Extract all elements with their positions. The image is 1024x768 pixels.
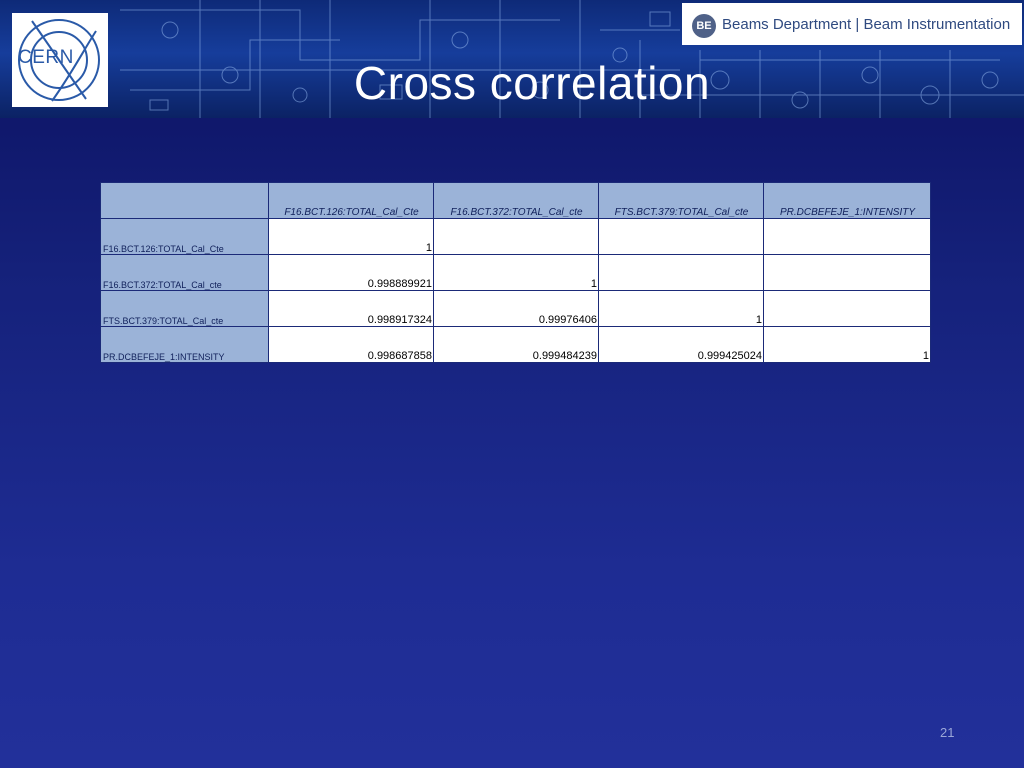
column-header: F16.BCT.126:TOTAL_Cal_Cte [268, 182, 434, 219]
table-cell [598, 254, 764, 291]
table-row: F16.BCT.126:TOTAL_Cal_Cte 1 [100, 218, 931, 255]
column-header: PR.DCBEFEJE_1:INTENSITY [763, 182, 931, 219]
correlation-table: F16.BCT.126:TOTAL_Cal_Cte F16.BCT.372:TO… [100, 182, 931, 363]
be-badge-icon: BE [692, 14, 716, 38]
table-cell [763, 218, 931, 255]
table-cell: 0.999484239 [433, 326, 599, 363]
slide-title: Cross correlation [353, 57, 711, 109]
table-cell: 0.998687858 [268, 326, 434, 363]
table-cell: 1 [268, 218, 434, 255]
table-cell [763, 290, 931, 327]
table-cell [598, 218, 764, 255]
row-header: PR.DCBEFEJE_1:INTENSITY [100, 326, 269, 363]
table-cell: 0.99976406 [433, 290, 599, 327]
header-banner: CERN BE Beams Department | Beam Instrume… [0, 0, 1024, 118]
table-cell: 0.999425024 [598, 326, 764, 363]
page-number: 21 [940, 725, 955, 740]
table-cell [763, 254, 931, 291]
table-row: PR.DCBEFEJE_1:INTENSITY 0.998687858 0.99… [100, 326, 931, 363]
department-label: Beams Department | Beam Instrumentation [722, 16, 1011, 33]
table-row: FTS.BCT.379:TOTAL_Cal_cte 0.998917324 0.… [100, 290, 931, 327]
row-header: F16.BCT.126:TOTAL_Cal_Cte [100, 218, 269, 255]
row-header: FTS.BCT.379:TOTAL_Cal_cte [100, 290, 269, 327]
table-corner-cell [100, 182, 269, 219]
column-header: FTS.BCT.379:TOTAL_Cal_cte [598, 182, 764, 219]
table-cell: 1 [433, 254, 599, 291]
table-cell: 1 [598, 290, 764, 327]
table-row: F16.BCT.372:TOTAL_Cal_cte 0.998889921 1 [100, 254, 931, 291]
column-header: F16.BCT.372:TOTAL_Cal_cte [433, 182, 599, 219]
row-header: F16.BCT.372:TOTAL_Cal_cte [100, 254, 269, 291]
table-cell [433, 218, 599, 255]
table-cell: 1 [763, 326, 931, 363]
table-header-row: F16.BCT.126:TOTAL_Cal_Cte F16.BCT.372:TO… [100, 182, 931, 219]
be-department-logo: BE Beams Department | Beam Instrumentati… [682, 3, 1022, 45]
table-cell: 0.998917324 [268, 290, 434, 327]
table-cell: 0.998889921 [268, 254, 434, 291]
